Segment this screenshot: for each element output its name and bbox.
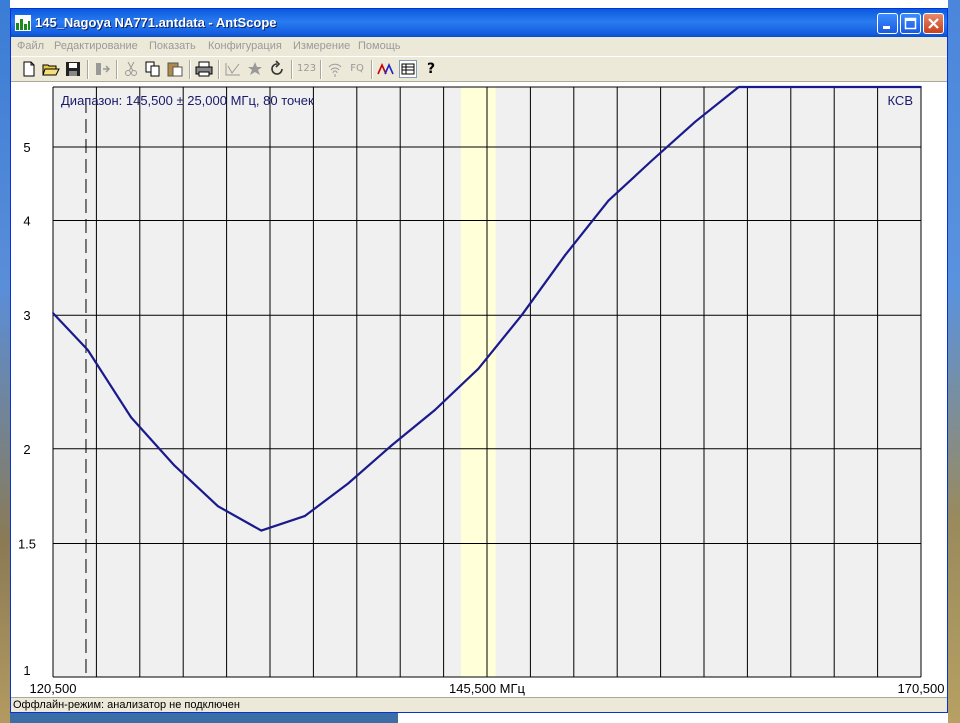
toolbar-separator	[291, 60, 293, 79]
table-icon[interactable]	[399, 60, 417, 78]
marker-icon[interactable]	[246, 60, 264, 78]
swr-data-point	[434, 409, 436, 411]
swr-data-point	[651, 159, 653, 162]
swr-data-point	[810, 86, 813, 88]
y-tick-label: 3	[23, 308, 30, 323]
toolbar-separator	[371, 60, 373, 79]
status-text: Оффлайн-режим: анализатор не подключен	[13, 699, 240, 711]
y-tick-label: 1.5	[18, 536, 36, 551]
toolbar-separator	[116, 60, 118, 79]
y-tick-label: 2	[23, 442, 30, 457]
print-icon[interactable]	[195, 60, 213, 78]
y-tick-label: 4	[23, 214, 30, 229]
numbers-icon[interactable]: 123	[297, 60, 316, 78]
swr-data-point	[130, 416, 133, 419]
export-icon[interactable]	[93, 60, 111, 78]
x-tick-label: 145,500 МГц	[449, 681, 525, 696]
swr-data-point	[781, 86, 784, 88]
menu-help[interactable]: Помощь	[358, 40, 401, 52]
toolbar: 123 FQ ?	[11, 56, 947, 82]
toolbar-separator	[87, 60, 89, 79]
swr-data-point	[173, 464, 176, 467]
new-file-icon[interactable]	[20, 60, 38, 78]
y-axis-label: КСВ	[888, 93, 914, 108]
menu-edit[interactable]: Редактирование	[54, 40, 138, 52]
swr-data-point	[737, 86, 740, 88]
swr-data-point	[564, 254, 567, 257]
desktop-background-left	[0, 0, 10, 723]
open-folder-icon[interactable]	[42, 60, 60, 78]
close-button[interactable]	[923, 13, 944, 34]
toolbar-separator	[218, 60, 220, 79]
maximize-button[interactable]	[900, 13, 921, 34]
x-tick-label: 120,500	[30, 681, 77, 696]
paste-icon[interactable]	[166, 60, 184, 78]
menu-configuration[interactable]: Конфигурация	[208, 40, 282, 52]
menu-file[interactable]: Файл	[17, 40, 44, 52]
swr-data-point	[260, 529, 263, 532]
swr-data-point	[52, 312, 54, 314]
help-icon[interactable]: ?	[422, 60, 440, 78]
curves-icon[interactable]	[377, 60, 395, 78]
status-bar: Оффлайн-режим: анализатор не подключен	[11, 697, 947, 712]
refresh-icon[interactable]	[268, 60, 286, 78]
desktop-bottom	[398, 713, 948, 723]
graph-icon[interactable]	[224, 60, 242, 78]
ham-band-highlight	[460, 87, 496, 677]
swr-data-point	[694, 120, 697, 123]
swr-data-point	[477, 367, 480, 370]
swr-data-point	[607, 199, 610, 202]
y-tick-label: 5	[23, 140, 30, 155]
desktop-background-right	[948, 0, 960, 723]
menu-view[interactable]: Показать	[149, 40, 196, 52]
title-bar[interactable]: 145_Nagoya NA771.antdata - AntScope	[11, 9, 947, 37]
wireless-icon[interactable]	[326, 60, 344, 78]
x-tick-label: 170,500	[898, 681, 945, 696]
toolbar-separator	[320, 60, 322, 79]
save-disk-icon[interactable]	[64, 60, 82, 78]
swr-data-point	[841, 86, 844, 88]
minimize-button[interactable]	[877, 13, 898, 34]
copy-icon[interactable]	[144, 60, 162, 78]
toolbar-separator	[189, 60, 191, 79]
menu-bar: Файл Редактирование Показать Конфигураци…	[11, 37, 947, 56]
chart-area: 1 1.5 2 3 4 5 120,500 145,500 МГц 170,500 Диапазо…	[11, 82, 947, 697]
swr-data-point	[520, 314, 523, 317]
swr-chart[interactable]: 1 1.5 2 3 4 5 120,500 145,500 МГц 170,500 Диапазо…	[11, 82, 947, 697]
swr-data-point	[920, 86, 922, 88]
swr-data-point	[217, 505, 219, 508]
y-tick-label: 1	[23, 663, 30, 678]
app-window: 145_Nagoya NA771.antdata - AntScope Файл…	[10, 8, 948, 713]
swr-data-point	[347, 482, 350, 485]
swr-data-point	[876, 86, 879, 88]
fq-icon[interactable]: FQ	[348, 60, 366, 78]
swr-data-point	[390, 444, 393, 447]
desktop-top	[0, 0, 960, 8]
antscope-app-icon	[15, 15, 31, 31]
cut-icon[interactable]	[122, 60, 140, 78]
range-info-label: Диапазон: 145,500 ± 25,000 МГц, 80 точек	[61, 93, 314, 108]
swr-data-point	[86, 349, 89, 351]
window-title: 145_Nagoya NA771.antdata - AntScope	[35, 15, 277, 30]
swr-data-point	[303, 515, 306, 518]
menu-measurement[interactable]: Измерение	[293, 40, 350, 52]
